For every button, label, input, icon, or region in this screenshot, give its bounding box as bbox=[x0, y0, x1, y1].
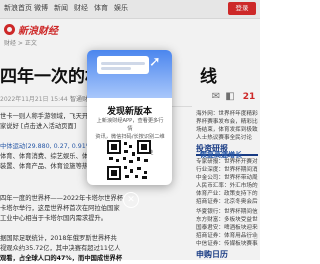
qr-code[interactable] bbox=[107, 140, 151, 180]
phone-illustration bbox=[97, 56, 149, 74]
dialog-banner: ➚ bbox=[87, 50, 172, 98]
dialog-desc-line-1: 上新浪财经APP，查看更多行情 bbox=[96, 118, 164, 132]
close-icon[interactable]: ✕ bbox=[123, 192, 139, 208]
rocket-icon: ➚ bbox=[149, 54, 161, 70]
dialog-title: 发现新版本 bbox=[106, 107, 152, 117]
update-dialog: ➚ 发现新版本 上新浪财经APP，查看更多行情 资讯，微信扫码/长按识别二维码 … bbox=[87, 50, 172, 185]
